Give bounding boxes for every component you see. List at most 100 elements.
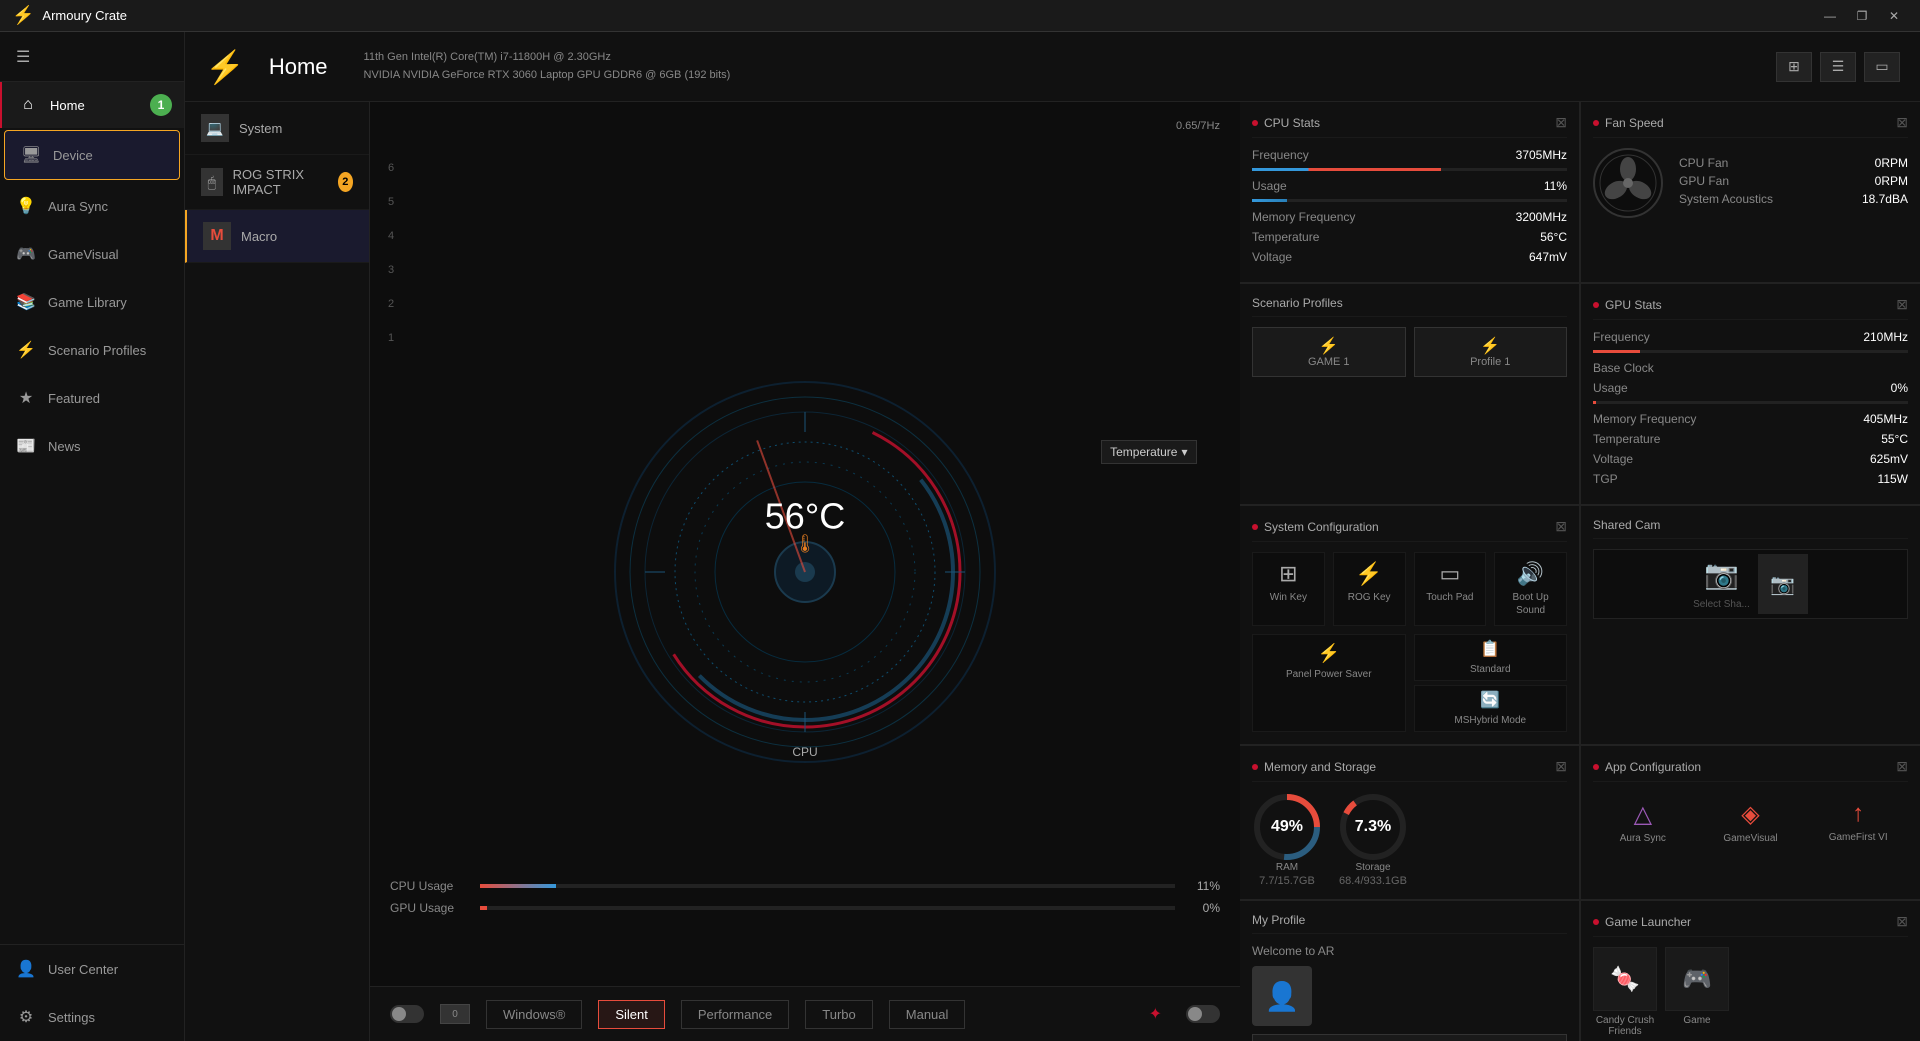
fan-mode-silent[interactable]: Silent [598,1000,665,1029]
game-item-candy-crush[interactable]: 🍬 Candy Crush Friends [1593,947,1657,1037]
device-label: ROG STRIX IMPACT [233,167,328,197]
device-label: System [239,121,282,136]
temp-selector[interactable]: Temperature ▾ [1101,440,1196,464]
cam-device-icon: 📷 [1704,558,1739,591]
standard-icon: 📋 [1480,639,1500,659]
minimize-button[interactable]: — [1816,5,1844,27]
sidebar-item-gamevisual[interactable]: 🎮 GameVisual [0,230,184,278]
gpu-tgp-value: 115W [1878,472,1908,486]
app-container: ☰ ⌂ Home 1 🖥 Device 💡 Aura Sync 🎮 GameVi… [0,32,1920,1041]
gpu-voltage-value: 625mV [1870,452,1908,466]
storage-label: Storage [1338,862,1408,873]
device-system[interactable]: 💻 System [185,102,369,155]
device-badge: 2 [338,172,353,192]
gpu-freq-fill [1593,350,1640,353]
profile-item-1[interactable]: ⚡ GAME 1 [1252,327,1406,377]
game-launcher-label: Game Launcher [1605,915,1691,929]
login-button[interactable]: Log [1252,1034,1567,1041]
gamelibrary-icon: 📚 [16,292,36,312]
temperature-display: 56°C 🌡 [765,495,845,554]
sidebar-item-user-center[interactable]: 👤 User Center [0,945,184,993]
gpu-tgp-label: TGP [1593,472,1618,486]
sidebar-item-home[interactable]: ⌂ Home 1 [0,82,184,128]
cpu-freq-value: 3705MHz [1516,148,1567,162]
sidebar-item-news[interactable]: 📰 News [0,422,184,470]
display-toggle[interactable]: 0 [440,1004,470,1024]
sidebar-item-featured[interactable]: ★ Featured [0,374,184,422]
content-area: ⚡ Home 11th Gen Intel(R) Core(TM) i7-118… [185,32,1920,1041]
toggle-left[interactable] [390,1005,424,1023]
memory-storage-title: Memory and Storage ⊠ [1252,758,1567,782]
acoustics-value: 18.7dBA [1862,192,1908,206]
cpu-freq-bar [1252,168,1567,171]
cpu-stats-title: CPU Stats ⊠ [1252,114,1567,138]
device-rog-strix[interactable]: 🖱 ROG STRIX IMPACT 2 [185,155,369,210]
cpu-fan-stat: CPU Fan 0RPM [1679,156,1908,170]
config-boot-sound[interactable]: 🔊 Boot Up Sound [1494,552,1567,626]
main-content: 💻 System 🖱 ROG STRIX IMPACT 2 M Macro 65… [185,102,1920,1041]
hamburger-icon[interactable]: ☰ [16,47,30,67]
rog-icon: ⚡ [12,5,34,26]
sidebar-item-scenario-profiles[interactable]: ⚡ Scenario Profiles [0,326,184,374]
app-config-close[interactable]: ⊠ [1896,758,1908,775]
gpu-stats-close[interactable]: ⊠ [1896,296,1908,313]
app-config-aura[interactable]: △ Aura Sync [1593,792,1693,852]
list-view-button[interactable]: ☰ [1820,52,1856,82]
panel-dot [1252,764,1258,770]
gpu-base-clock-row: Base Clock [1593,361,1908,375]
memory-storage-close[interactable]: ⊠ [1555,758,1567,775]
app-config-gamefirst[interactable]: ↑ GameFirst VI [1808,792,1908,852]
storage-center: 7.3% [1355,818,1391,836]
sidebar-item-aura-sync[interactable]: 💡 Aura Sync [0,182,184,230]
scenario-profiles-title: Scenario Profiles [1252,296,1567,317]
shared-cam-title: Shared Cam [1593,518,1908,539]
gpu-usage-stat-value: 0% [1891,381,1908,395]
config-mshybrid[interactable]: 🔄 MSHybrid Mode [1414,685,1568,732]
game-launcher-title: Game Launcher ⊠ [1593,913,1908,937]
app-config-gamevisual[interactable]: ◈ GameVisual [1701,792,1801,852]
sidebar-item-device[interactable]: 🖥 Device [4,130,180,180]
perf-bar: 0.65/7Hz [1176,120,1220,132]
compact-view-button[interactable]: ▭ [1864,52,1900,82]
config-win-key[interactable]: ⊞ Win Key [1252,552,1325,626]
sidebar-item-label: GameVisual [48,247,119,262]
shared-cam-panel: Shared Cam 📷 Select Sha... 📷 [1581,506,1920,744]
game-item-2[interactable]: 🎮 Game [1665,947,1729,1037]
sidebar-item-settings[interactable]: ⚙ Settings [0,993,184,1041]
dropdown-arrow: ▾ [1181,445,1187,459]
fan-mode-turbo[interactable]: Turbo [805,1000,872,1029]
sidebar-header: ☰ [0,32,184,82]
gpu-fan-label: GPU Fan [1679,174,1729,188]
device-macro[interactable]: M Macro [185,210,369,263]
app-config-label: App Configuration [1605,760,1701,774]
sidebar-item-game-library[interactable]: 📚 Game Library [0,278,184,326]
config-rog-key[interactable]: ⚡ ROG Key [1333,552,1406,626]
cpu-usage-bar [480,884,1175,888]
fan-mode-performance[interactable]: Performance [681,1000,789,1029]
close-button[interactable]: ✕ [1880,5,1908,27]
panel-power-label: Panel Power Saver [1286,668,1372,681]
config-standard[interactable]: 📋 Standard [1414,634,1568,681]
device-icon: 🖥 [21,145,41,165]
cpu-voltage-label: Voltage [1252,250,1292,264]
system-config-close[interactable]: ⊠ [1555,518,1567,535]
gpu-tgp-row: TGP 115W [1593,472,1908,486]
ram-section: 49% RAM 7.7/15.7GB [1252,792,1322,887]
fan-mode-windows[interactable]: Windows® [486,1000,582,1029]
config-touch-pad[interactable]: ▭ Touch Pad [1414,552,1487,626]
profile-item-2[interactable]: ⚡ Profile 1 [1414,327,1568,377]
restore-button[interactable]: ❐ [1848,5,1876,27]
rog-key-label: ROG Key [1348,591,1391,604]
config-panel-power[interactable]: ⚡ Panel Power Saver [1252,634,1406,732]
touch-pad-label: Touch Pad [1426,591,1473,604]
aura-config-label: Aura Sync [1620,833,1666,844]
fan-mode-manual[interactable]: Manual [889,1000,966,1029]
cpu-stats-close[interactable]: ⊠ [1555,114,1567,131]
panel-dot [1593,919,1599,925]
grid-view-button[interactable]: ⊞ [1776,52,1812,82]
device-label: Macro [241,229,277,244]
gpu-fan-value: 0RPM [1875,174,1908,188]
game-launcher-close[interactable]: ⊠ [1896,913,1908,930]
fan-speed-close[interactable]: ⊠ [1896,114,1908,131]
toggle-right[interactable] [1186,1005,1220,1023]
